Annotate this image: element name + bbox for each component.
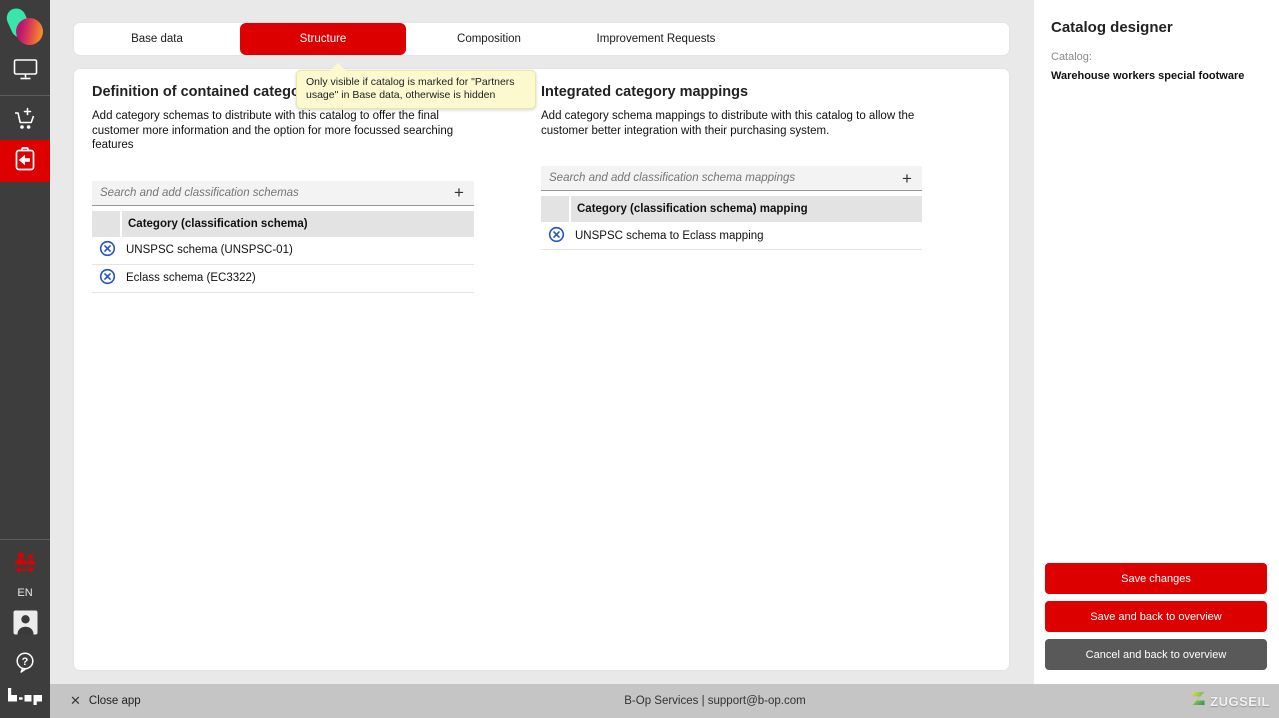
zugseil-logo-text: ZUGSEIL (1210, 694, 1270, 709)
monitor-icon (13, 58, 38, 84)
panel-title: Catalog designer (1051, 19, 1279, 36)
add-mapping-button[interactable]: + (892, 170, 922, 187)
tab-improvement-requests[interactable]: Improvement Requests (572, 23, 740, 55)
schema-row-label: Eclass schema (EC3322) (122, 272, 256, 284)
remove-mapping-button[interactable] (541, 226, 571, 246)
sidebar-divider (0, 95, 50, 96)
main-area: Base data Structure Composition Improvem… (50, 0, 1034, 684)
switch-users-icon (12, 550, 39, 578)
zugseil-z-icon (1191, 691, 1206, 711)
action-button-stack: Save changes Save and back to overview C… (1045, 563, 1267, 670)
catalog-designer-nav-button[interactable] (0, 140, 50, 182)
bop-logo (7, 688, 43, 710)
app-logo[interactable] (4, 5, 46, 51)
remove-circle-x-icon (99, 240, 116, 260)
tab-structure[interactable]: Structure (240, 23, 406, 55)
logo-gradient-circle (16, 18, 43, 45)
tooltip-arrow (330, 63, 346, 71)
monitor-icon-button[interactable] (0, 51, 50, 91)
mapping-search-input[interactable] (541, 172, 892, 184)
table-row: UNSPSC schema (UNSPSC-01) (92, 237, 474, 265)
table-row: UNSPSC schema to Eclass mapping (541, 222, 922, 250)
icon-column-header (92, 211, 120, 237)
remove-schema-button[interactable] (92, 240, 122, 260)
column-header-label: Category (classification schema) mapping (571, 196, 922, 222)
cancel-and-back-button[interactable]: Cancel and back to overview (1045, 639, 1267, 670)
close-app-button[interactable]: ✕ Close app (70, 693, 141, 709)
table-row: Eclass schema (EC3322) (92, 265, 474, 293)
svg-text:?: ? (22, 656, 29, 668)
sidebar-divider (0, 539, 50, 540)
content-panel: Definition of contained categories Add c… (74, 69, 1009, 670)
catalog-label: Catalog: (1051, 51, 1279, 63)
cart-add-icon-button[interactable] (0, 100, 50, 140)
clipboard-arrow-icon (12, 146, 38, 177)
help-icon: ? (14, 651, 36, 677)
close-app-label: Close app (89, 695, 141, 707)
mapping-table-header: Category (classification schema) mapping (541, 196, 922, 222)
add-schema-button[interactable]: + (444, 184, 474, 201)
catalog-name: Warehouse workers special footware (1051, 70, 1262, 82)
switch-users-icon-button[interactable] (0, 544, 50, 584)
structure-tab-tooltip: Only visible if catalog is marked for "P… (296, 70, 536, 109)
tab-composition[interactable]: Composition (406, 23, 572, 55)
tab-base-data[interactable]: Base data (74, 23, 240, 55)
catalog-designer-panel: Catalog designer Catalog: Warehouse work… (1034, 0, 1279, 684)
remove-schema-button[interactable] (92, 268, 122, 288)
schema-table-header: Category (classification schema) (92, 211, 474, 237)
section-title-category-mappings: Integrated category mappings (541, 84, 922, 100)
zugseil-brand: ZUGSEIL (1191, 691, 1270, 711)
mapping-row-label: UNSPSC schema to Eclass mapping (571, 230, 764, 242)
category-mappings-section: Integrated category mappings Add categor… (541, 69, 922, 250)
schema-row-label: UNSPSC schema (UNSPSC-01) (122, 244, 293, 256)
save-changes-button[interactable]: Save changes (1045, 563, 1267, 594)
app-sidebar: EN ? (0, 0, 50, 718)
user-avatar-button[interactable] (0, 604, 50, 644)
schema-search-input[interactable] (92, 187, 444, 199)
avatar-icon (13, 610, 38, 638)
remove-circle-x-icon (548, 226, 565, 246)
mapping-search-bar: + (541, 166, 922, 191)
support-contact-text: B-Op Services | support@b-op.com (550, 695, 880, 707)
icon-column-header (541, 196, 569, 222)
footer-bar: ✕ Close app B-Op Services | support@b-op… (50, 684, 1279, 718)
tab-bar: Base data Structure Composition Improvem… (74, 23, 1009, 55)
section-description: Add category schema mappings to distribu… (541, 109, 922, 138)
tooltip-text: Only visible if catalog is marked for "P… (306, 76, 515, 101)
remove-circle-x-icon (99, 268, 116, 288)
save-and-back-button[interactable]: Save and back to overview (1045, 601, 1267, 632)
schema-search-bar: + (92, 181, 474, 206)
cart-add-icon (12, 106, 38, 135)
help-icon-button[interactable]: ? (0, 644, 50, 684)
section-description: Add category schemas to distribute with … (92, 109, 474, 153)
close-icon: ✕ (70, 693, 81, 709)
language-label[interactable]: EN (17, 587, 32, 599)
column-header-label: Category (classification schema) (122, 211, 474, 237)
